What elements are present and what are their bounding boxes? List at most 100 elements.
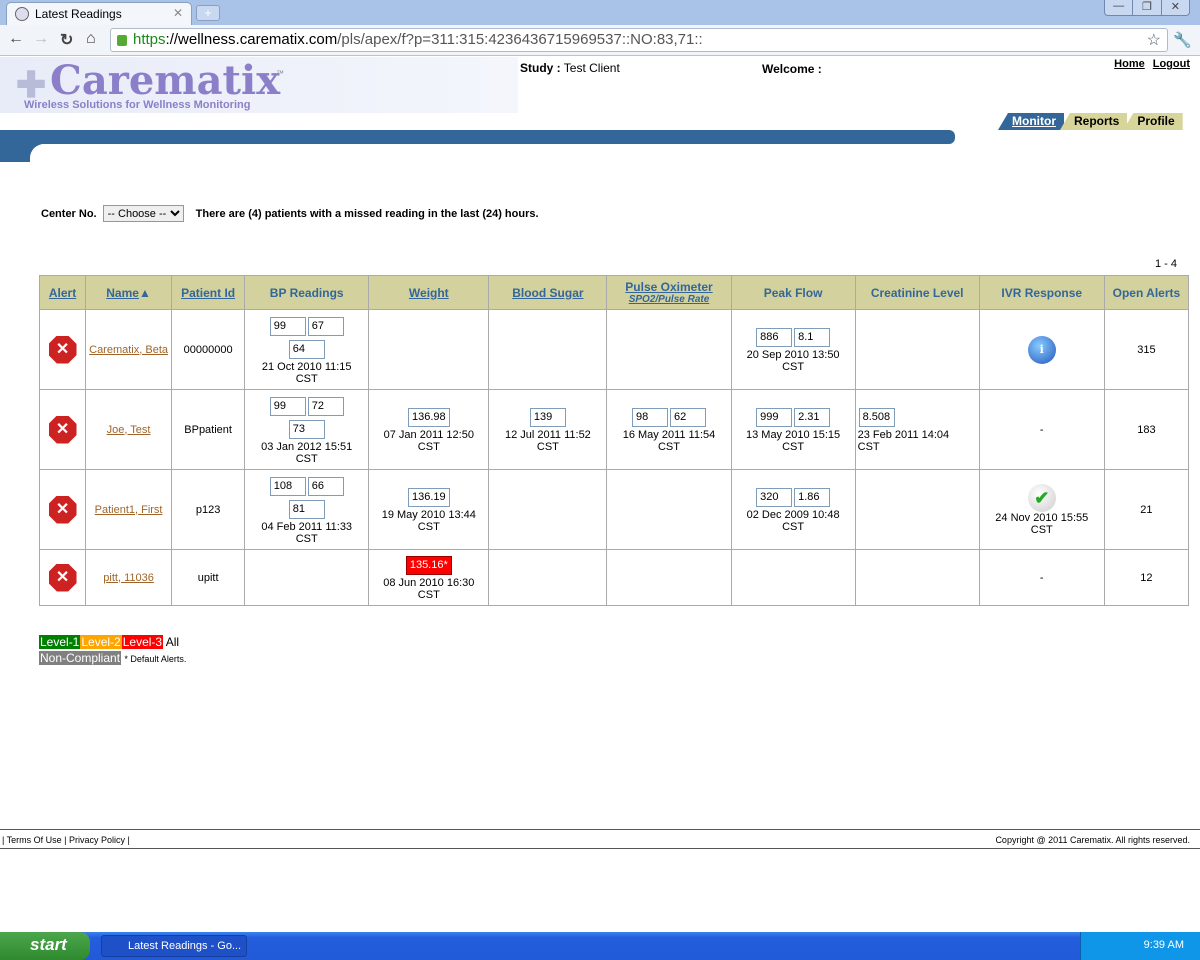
forward-icon[interactable]: → bbox=[33, 30, 49, 48]
column-header-patient-id[interactable]: Patient Id bbox=[171, 275, 246, 310]
peak-value: 8.1 bbox=[794, 328, 831, 347]
sugar-cell bbox=[488, 549, 608, 606]
alert-error-icon[interactable]: ✕ bbox=[48, 415, 77, 444]
new-tab-button[interactable]: + bbox=[196, 5, 220, 21]
header-bar bbox=[0, 130, 955, 144]
weight-timezone: CST bbox=[417, 441, 440, 453]
logo-text: Carematix bbox=[50, 57, 281, 104]
browser-toolbar: ← → ↻ ⌂ https://wellness.carematix.com/p… bbox=[0, 25, 1200, 56]
column-header-bp-readings: BP Readings bbox=[244, 275, 370, 310]
bp-value: 73 bbox=[288, 419, 325, 439]
bp-cell: 99 67 64 21 Oct 2010 11:15 CST bbox=[244, 309, 370, 390]
open-alerts-count[interactable]: 21 bbox=[1103, 469, 1190, 550]
copyright: Copyright @ 2011 Carematix. All rights r… bbox=[995, 835, 1190, 845]
pulse-value: 62 bbox=[669, 408, 706, 427]
column-header-label[interactable]: Weight bbox=[409, 286, 449, 300]
alert-error-icon[interactable]: ✕ bbox=[48, 335, 77, 364]
weight-timezone: CST bbox=[417, 589, 440, 601]
column-header-label[interactable]: Blood Sugar bbox=[512, 286, 583, 300]
taskbar: start Latest Readings - Go... 9:39 AM bbox=[0, 932, 1200, 960]
column-header-pulse-oximeter[interactable]: Pulse Oximeter SPO2/Pulse Rate bbox=[606, 275, 732, 310]
name-cell: Patient1, First bbox=[85, 469, 173, 550]
column-header-blood-sugar[interactable]: Blood Sugar bbox=[488, 275, 608, 310]
peak-value: 886 bbox=[756, 328, 793, 347]
legend-level-3[interactable]: Level-3 bbox=[121, 635, 164, 649]
address-bar[interactable]: https://wellness.carematix.com/pls/apex/… bbox=[110, 28, 1168, 52]
bp-date: 03 Jan 2012 15:51 bbox=[261, 440, 353, 453]
minimize-button[interactable]: — bbox=[1105, 0, 1134, 15]
legend-level-2[interactable]: Level-2 bbox=[80, 635, 122, 649]
legend-non-compliant[interactable]: Non-Compliant bbox=[39, 651, 122, 665]
peak-timezone: CST bbox=[782, 521, 805, 533]
info-icon[interactable]: i bbox=[1027, 335, 1056, 364]
patient-name-link[interactable]: Carematix, Beta bbox=[89, 344, 168, 356]
center-select[interactable]: -- Choose -- bbox=[102, 205, 184, 222]
footer-links[interactable]: | Terms Of Use | Privacy Policy | bbox=[2, 835, 130, 845]
column-header-ivr-response: IVR Response bbox=[978, 275, 1105, 310]
column-header-label[interactable]: Alert bbox=[49, 286, 76, 300]
column-header-creatinine-level: Creatinine Level bbox=[854, 275, 980, 310]
check-icon[interactable]: ✔ bbox=[1027, 483, 1056, 512]
legend-note: * Default Alerts. bbox=[124, 654, 187, 664]
restore-button[interactable]: ❐ bbox=[1133, 0, 1162, 15]
column-header-open-alerts: Open Alerts bbox=[1103, 275, 1190, 310]
sugar-cell: 139 12 Jul 2011 11:52 CST bbox=[488, 389, 608, 470]
patient-name-link[interactable]: pitt, 11036 bbox=[103, 572, 154, 584]
column-header-weight[interactable]: Weight bbox=[368, 275, 490, 310]
bookmark-star-icon[interactable]: ☆ bbox=[1147, 30, 1161, 50]
peak-value: 2.31 bbox=[794, 408, 831, 427]
tab-monitor[interactable]: Monitor bbox=[998, 113, 1064, 130]
home-link[interactable]: Home bbox=[1114, 58, 1145, 70]
open-alerts-count[interactable]: 183 bbox=[1103, 389, 1190, 470]
reload-icon[interactable]: ↻ bbox=[60, 30, 73, 50]
column-header-label[interactable]: Pulse Oximeter bbox=[625, 280, 712, 294]
missed-reading-message: There are (4) patients with a missed rea… bbox=[195, 207, 539, 220]
legend-all[interactable]: All bbox=[166, 635, 179, 649]
ivr-cell: i bbox=[978, 309, 1105, 390]
logout-link[interactable]: Logout bbox=[1153, 58, 1190, 70]
bp-date: 04 Feb 2011 11:33 bbox=[261, 520, 353, 533]
column-header-label[interactable]: Patient Id bbox=[181, 286, 235, 300]
bp-timezone: CST bbox=[295, 372, 318, 385]
weight-date: 08 Jun 2010 16:30 bbox=[383, 577, 475, 589]
legend-level-1[interactable]: Level-1 bbox=[39, 635, 81, 649]
wrench-icon[interactable]: 🔧 bbox=[1173, 31, 1192, 49]
weight-date: 07 Jan 2011 12:50 bbox=[383, 429, 474, 441]
peak-value: 320 bbox=[756, 488, 793, 507]
start-button[interactable]: start bbox=[0, 932, 90, 960]
open-alerts-count[interactable]: 12 bbox=[1103, 549, 1190, 606]
creatinine-cell bbox=[854, 309, 980, 390]
logo-tagline: Wireless Solutions for Wellness Monitori… bbox=[24, 99, 251, 111]
column-subheader[interactable]: SPO2/Pulse Rate bbox=[611, 294, 726, 305]
taskbar-chrome-item[interactable]: Latest Readings - Go... bbox=[101, 935, 247, 957]
sugar-value: 139 bbox=[529, 408, 566, 427]
back-icon[interactable]: ← bbox=[8, 30, 24, 48]
column-header-name[interactable]: Name▲ bbox=[85, 275, 173, 310]
center-label: Center No. bbox=[41, 207, 97, 220]
alert-error-icon[interactable]: ✕ bbox=[48, 563, 77, 592]
column-header-label: Open Alerts bbox=[1112, 285, 1181, 300]
weight-cell: 136.98 07 Jan 2011 12:50 CST bbox=[368, 389, 490, 470]
peak-cell bbox=[730, 549, 856, 606]
page-tabs: Monitor Reports Profile bbox=[998, 113, 1183, 130]
url-path: /pls/apex/f?p=311:315:4236436715969537::… bbox=[337, 31, 703, 48]
browser-tab[interactable]: Latest Readings ✕ bbox=[6, 2, 192, 25]
close-window-button[interactable]: ✕ bbox=[1162, 0, 1189, 15]
table-row: ✕ pitt, 11036 upitt 135.16* 08 Jun 2010 16:3… bbox=[38, 549, 1190, 606]
open-alerts-count[interactable]: 315 bbox=[1103, 309, 1190, 390]
alert-error-icon[interactable]: ✕ bbox=[48, 495, 77, 524]
tab-profile[interactable]: Profile bbox=[1123, 113, 1183, 130]
ivr-date: 24 Nov 2010 15:55 bbox=[995, 511, 1089, 524]
bp-value: 64 bbox=[288, 339, 325, 359]
home-icon[interactable]: ⌂ bbox=[86, 30, 96, 48]
tab-reports[interactable]: Reports bbox=[1060, 113, 1128, 130]
bp-value: 67 bbox=[307, 316, 344, 336]
browser-titlebar: Latest Readings ✕ + — ❐ ✕ bbox=[0, 0, 1200, 25]
close-tab-icon[interactable]: ✕ bbox=[173, 6, 183, 20]
patient-name-link[interactable]: Joe, Test bbox=[107, 424, 151, 436]
footer: | Terms Of Use | Privacy Policy | Copyrig… bbox=[0, 829, 1200, 849]
column-header-label[interactable]: Name bbox=[106, 286, 139, 300]
column-header-alert[interactable]: Alert bbox=[38, 275, 87, 310]
patient-name-link[interactable]: Patient1, First bbox=[95, 504, 163, 516]
table-row: ✕ Carematix, Beta 00000000 99 67 64 21 Oct 201… bbox=[38, 309, 1190, 390]
